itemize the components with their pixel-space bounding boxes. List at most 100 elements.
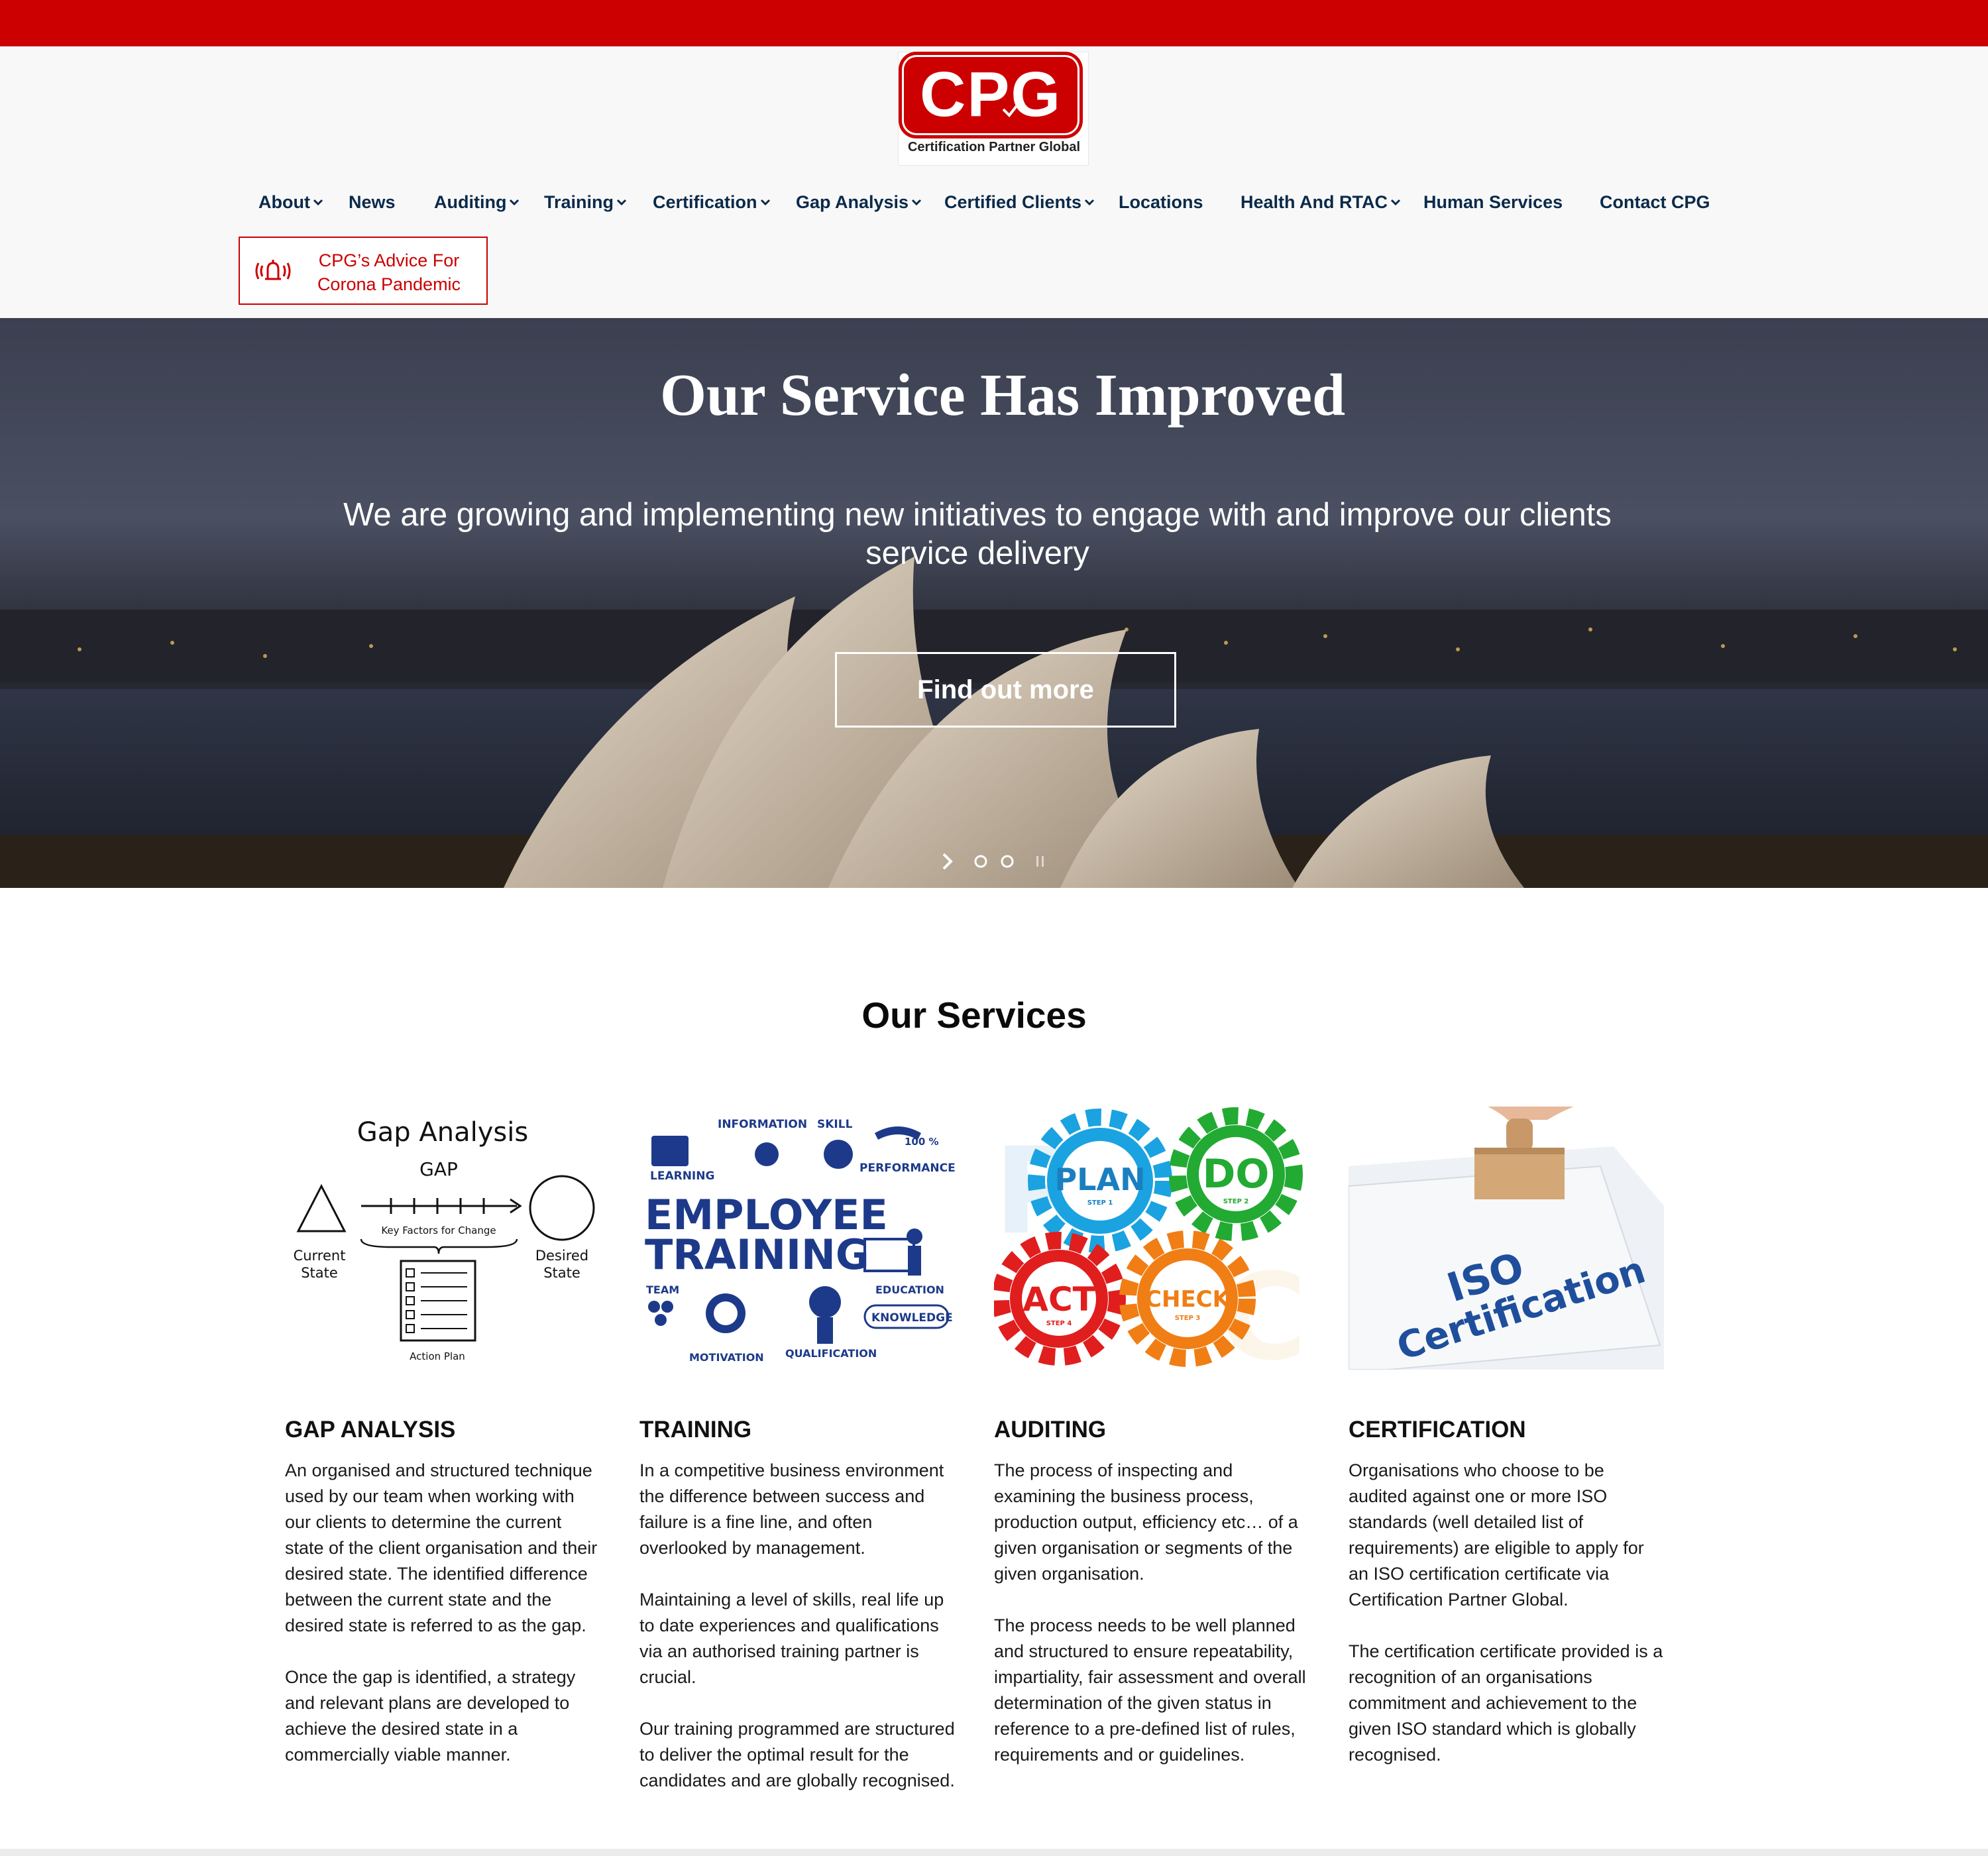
service-card-paragraph: Organisations who choose to be audited a… [1349, 1460, 1644, 1610]
training-word-performance: PERFORMANCE [859, 1162, 955, 1175]
nav-item-news[interactable]: News [349, 189, 396, 215]
hero-slider: Our Service Has Improved We are growing … [0, 318, 1988, 888]
chevron-down-icon [313, 198, 323, 206]
gear-plan-step: STEP 1 [1087, 1199, 1113, 1207]
nav-item-contact-cpg[interactable]: Contact CPG [1600, 189, 1710, 215]
training-word-motivation: MOTIVATION [689, 1351, 764, 1364]
corona-advice-text: CPG’s Advice For Corona Pandemic [300, 248, 478, 296]
corona-advice-line2: Corona Pandemic [317, 274, 461, 294]
nav-item-locations[interactable]: Locations [1119, 189, 1203, 215]
service-card-paragraph: Once the gap is identified, a strategy a… [285, 1667, 576, 1765]
gear-do: DO STEP 2 [1169, 1107, 1303, 1241]
gap-image-action-plan: Action Plan [410, 1350, 465, 1362]
site-logo[interactable]: CPG Certification Partner Global [898, 52, 1089, 166]
gap-image-heading: Gap Analysis [357, 1117, 528, 1148]
nav-item-label: About [258, 191, 310, 212]
chevron-down-icon [760, 198, 771, 206]
nav-item-label: Certified Clients [944, 191, 1082, 212]
chevron-down-icon [1390, 198, 1401, 206]
chevron-down-icon [911, 198, 922, 206]
gear-check-step: STEP 3 [1175, 1315, 1201, 1322]
gear-do-step: STEP 2 [1223, 1198, 1249, 1205]
gap-image-current-1: Current [294, 1248, 346, 1264]
service-card-body: An organised and structured technique us… [285, 1458, 600, 1794]
slider-dot-1[interactable] [973, 851, 989, 871]
slider-dot-2[interactable] [999, 851, 1015, 871]
training-word-skill: SKILL [817, 1118, 853, 1131]
service-card-paragraph: The process of inspecting and examining … [994, 1460, 1298, 1584]
nav-item-training[interactable]: Training [544, 189, 627, 215]
nav-item-label: Human Services [1423, 191, 1563, 212]
gap-image-key-factors: Key Factors for Change [381, 1225, 496, 1236]
nav-item-label: Contact CPG [1600, 191, 1710, 212]
service-card-paragraph: The process needs to be well planned and… [994, 1615, 1306, 1765]
gap-image-gap-label: GAP [419, 1158, 458, 1180]
service-card-paragraph: In a competitive business environment th… [639, 1460, 944, 1558]
service-card-title: AUDITING [994, 1417, 1107, 1443]
gear-plan-word: PLAN [1054, 1162, 1145, 1197]
main-nav: About News Auditing Training Certificati… [0, 189, 1988, 215]
service-card-paragraph: Our training programmed are structured t… [639, 1719, 955, 1790]
corona-advice-button[interactable]: CPG’s Advice For Corona Pandemic [239, 237, 488, 305]
nav-item-label: Training [544, 191, 614, 212]
nav-item-gap-analysis[interactable]: Gap Analysis [796, 189, 922, 215]
nav-item-certification[interactable]: Certification [653, 189, 771, 215]
pdca-gears-image[interactable]: PC PLAN STEP 1 DO STEP 2 ACT STEP 4 CHEC… [994, 1107, 1309, 1370]
nav-item-label: Auditing [434, 191, 507, 212]
gear-act-step: STEP 4 [1046, 1320, 1072, 1327]
nav-item-label: Locations [1119, 191, 1203, 212]
gear-check-word: CHECK [1145, 1286, 1231, 1313]
gear-do-word: DO [1203, 1151, 1270, 1197]
gear-act-word: ACT [1022, 1280, 1095, 1319]
logo-badge: CPG [902, 55, 1079, 135]
footer-strip [0, 1849, 1988, 1856]
nav-item-label: News [349, 191, 396, 212]
hero-subtitle: We are growing and implementing new init… [343, 497, 1612, 571]
service-card-paragraph: An organised and structured technique us… [285, 1460, 598, 1635]
training-word-qualification: QUALIFICATION [785, 1347, 877, 1360]
service-card-title: CERTIFICATION [1349, 1417, 1526, 1443]
service-card-title: TRAINING [639, 1417, 752, 1443]
gear-plan: PLAN STEP 1 [1028, 1109, 1172, 1253]
find-out-more-button[interactable]: Find out more [835, 652, 1176, 728]
nav-item-auditing[interactable]: Auditing [434, 189, 520, 215]
gap-image-desired-1: Desired [535, 1248, 588, 1264]
nav-item-about[interactable]: About [258, 189, 323, 215]
service-card-paragraph: Maintaining a level of skills, real life… [639, 1590, 944, 1687]
slider-next-arrow[interactable] [941, 851, 954, 871]
checkmark-icon [1002, 101, 1021, 118]
chevron-down-icon [1084, 198, 1095, 206]
nav-item-health-and-rtac[interactable]: Health And RTAC [1241, 189, 1401, 215]
iso-certification-stamp-image[interactable]: ISO Certification [1349, 1107, 1664, 1370]
logo-subtitle: Certification Partner Global [907, 140, 1081, 154]
training-word-learning: LEARNING [650, 1170, 714, 1183]
service-card-body: In a competitive business environment th… [639, 1458, 955, 1820]
top-accent-bar [0, 0, 1988, 46]
slider-pause-icon[interactable] [1034, 851, 1047, 871]
nav-item-human-services[interactable]: Human Services [1423, 189, 1563, 215]
nav-item-certified-clients[interactable]: Certified Clients [944, 189, 1095, 215]
nav-item-label: Certification [653, 191, 757, 212]
training-word-knowledge: KNOWLEDGE [871, 1311, 953, 1325]
training-word-team: TEAM [646, 1283, 679, 1296]
training-word-education: EDUCATION [875, 1283, 944, 1296]
service-card-title: GAP ANALYSIS [285, 1417, 456, 1443]
chevron-down-icon [509, 198, 520, 206]
hero-title: Our Service Has Improved [659, 362, 1346, 428]
service-card-body: The process of inspecting and examining … [994, 1458, 1309, 1794]
nav-item-label: Health And RTAC [1241, 191, 1388, 212]
services-title: Our Services [861, 995, 1087, 1036]
gap-image-desired-2: State [543, 1265, 580, 1281]
gap-image-current-2: State [301, 1265, 338, 1281]
gap-analysis-diagram-image[interactable]: Gap Analysis GAP Key Factors for Change … [285, 1107, 600, 1370]
service-card-paragraph: The certification certificate provided i… [1349, 1641, 1663, 1765]
employee-training-image[interactable]: INFORMATION SKILL 100 % LEARNING PERFORM… [639, 1107, 955, 1370]
training-word-100-percent: 100 % [905, 1136, 939, 1148]
training-line-2: TRAINING [645, 1230, 869, 1279]
nav-item-label: Gap Analysis [796, 191, 909, 212]
alarm-bell-icon [255, 260, 291, 280]
service-card-body: Organisations who choose to be audited a… [1349, 1458, 1664, 1794]
logo-text: CPG [919, 59, 1062, 130]
gear-act: ACT STEP 4 [994, 1232, 1126, 1366]
training-word-information: INFORMATION [718, 1118, 807, 1131]
